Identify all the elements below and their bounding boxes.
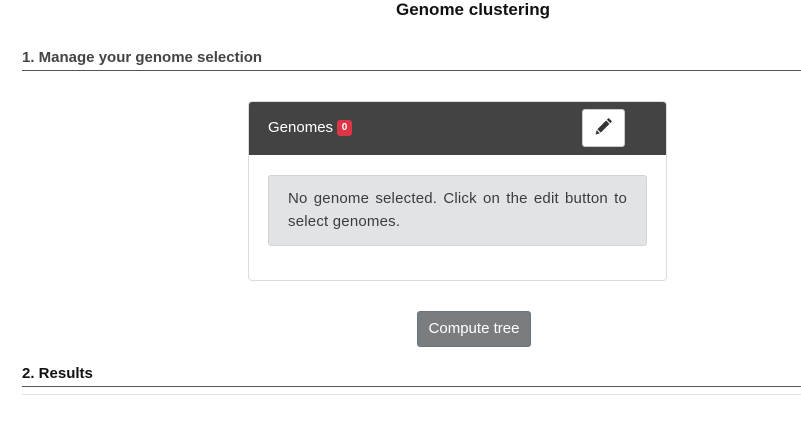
genomes-card-header: Genomes 0 xyxy=(249,102,666,155)
pencil-icon xyxy=(595,117,613,140)
section-heading-results: 2. Results xyxy=(22,365,801,387)
results-divider xyxy=(22,394,801,395)
genomes-card-body: No genome selected. Click on the edit bu… xyxy=(249,155,666,280)
edit-genomes-button[interactable] xyxy=(582,109,625,147)
genomes-card-title: Genomes 0 xyxy=(268,119,353,137)
genomes-card: Genomes 0 No genome selected. Click on t… xyxy=(248,101,667,281)
genome-count-badge: 0 xyxy=(337,120,353,136)
empty-selection-alert: No genome selected. Click on the edit bu… xyxy=(268,175,647,246)
genomes-title-label: Genomes xyxy=(268,119,334,136)
compute-tree-button[interactable]: Compute tree xyxy=(417,311,531,347)
page-title: Genome clustering xyxy=(396,0,550,19)
section-heading-selection: 1. Manage your genome selection xyxy=(22,49,801,71)
